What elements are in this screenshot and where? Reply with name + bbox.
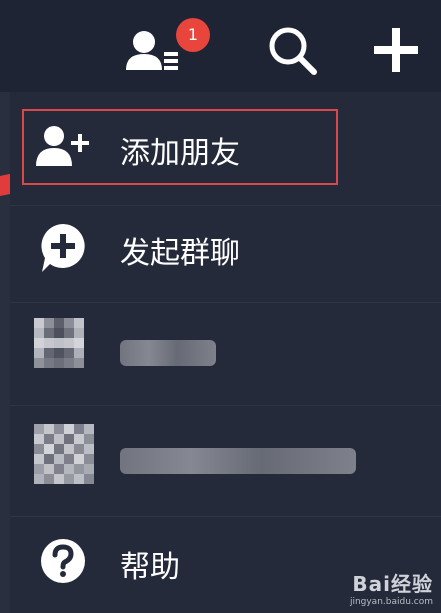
- notification-badge: 1: [176, 18, 210, 52]
- top-bar: 1: [0, 0, 441, 92]
- group-chat-icon: [38, 222, 88, 278]
- watermark-url: jingyan.baidu.com: [349, 597, 433, 607]
- divider: [10, 302, 441, 303]
- highlight-box: [22, 109, 338, 185]
- watermark: Bai经验 jingyan.baidu.com: [350, 568, 433, 607]
- search-icon[interactable]: [266, 24, 318, 80]
- menu-item-label: 帮助: [120, 550, 180, 585]
- plus-icon[interactable]: [372, 26, 420, 78]
- divider: [10, 205, 441, 206]
- divider: [10, 516, 441, 517]
- blurred-avatar: [34, 318, 84, 368]
- divider: [10, 405, 441, 406]
- blurred-label: [120, 448, 356, 474]
- watermark-logo: Bai经验: [352, 572, 433, 596]
- blurred-label: [120, 340, 216, 366]
- contacts-icon[interactable]: [124, 28, 184, 76]
- blurred-avatar: [34, 424, 94, 484]
- help-icon: [38, 536, 88, 590]
- menu-item-label: 发起群聊: [120, 236, 240, 271]
